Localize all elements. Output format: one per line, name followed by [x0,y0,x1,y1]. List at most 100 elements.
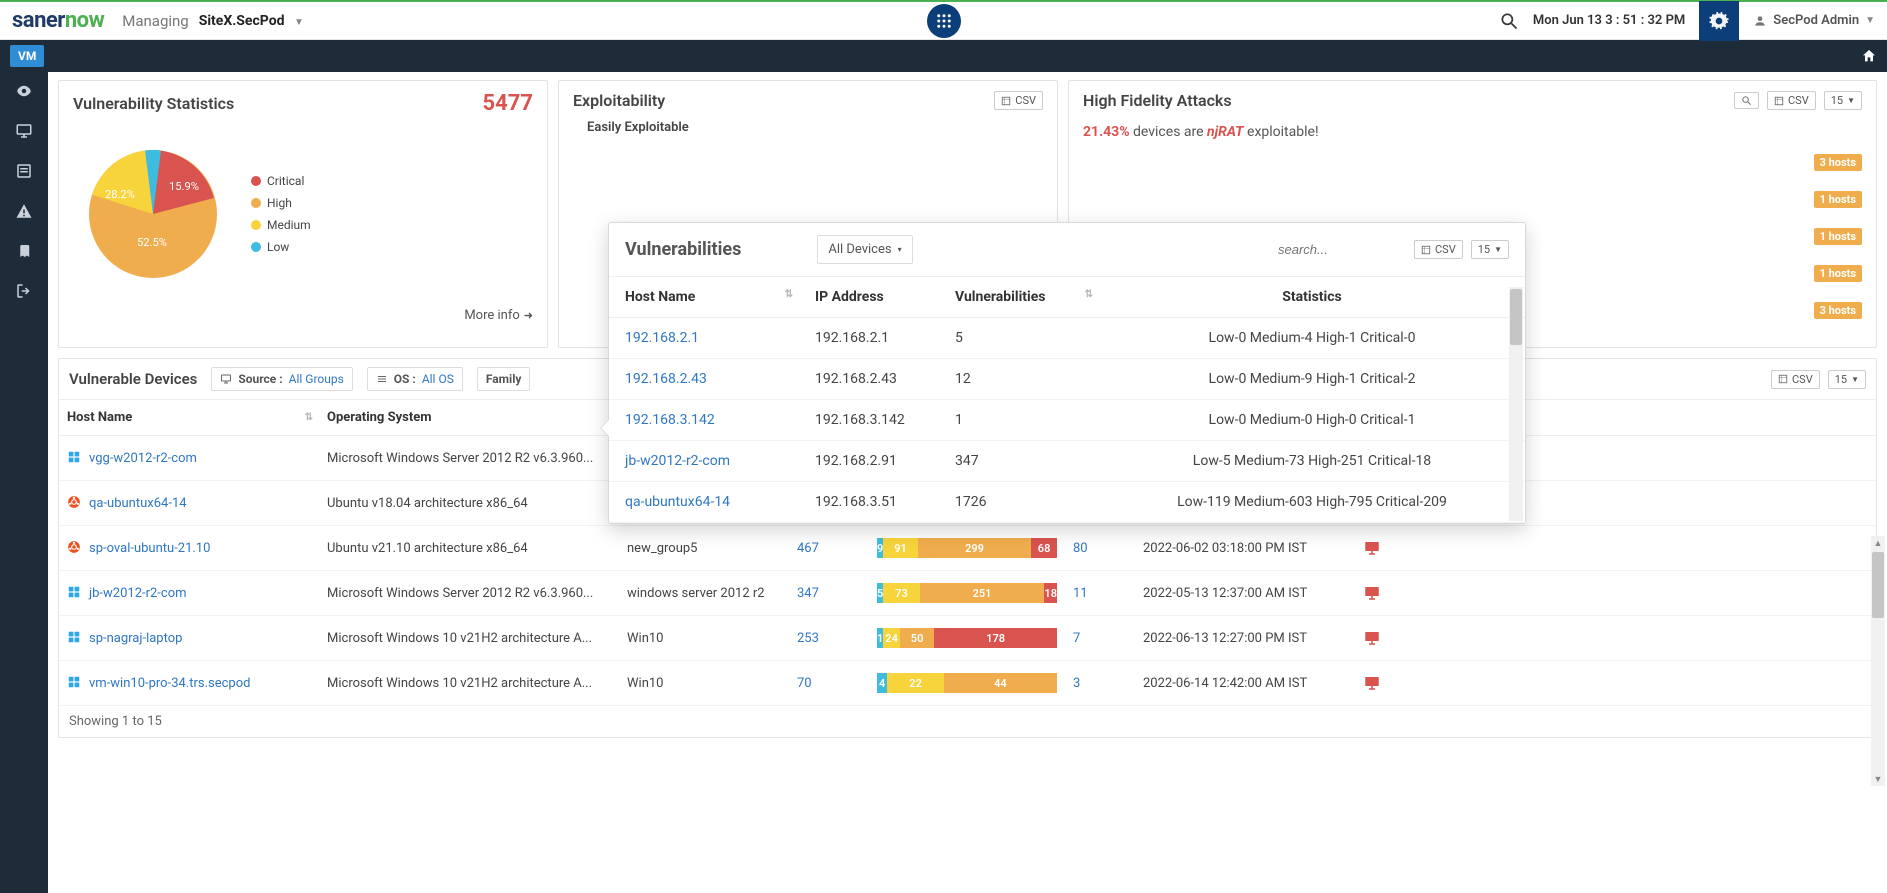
host-link[interactable]: 192.168.2.1 [625,330,699,346]
assets-link[interactable]: 3 [1073,676,1080,691]
sort-icon: ⇅ [305,412,313,423]
vuln-count-link[interactable]: 347 [797,586,819,601]
bars-icon [376,373,388,385]
search-icon[interactable] [1499,11,1519,31]
source-filter[interactable]: Source : All Groups [211,367,352,391]
hosts-badge[interactable]: 1 hosts [1814,228,1862,245]
site-dropdown[interactable]: SiteX.SecPod ▼ [199,13,304,29]
popover-csv-button[interactable]: CSV [1414,240,1463,259]
hfa-csv-button[interactable]: CSV [1767,91,1816,110]
host-link[interactable]: jb-w2012-r2-com [89,586,187,601]
hfa-search-button[interactable] [1734,92,1759,109]
legend-low[interactable]: Low [267,240,289,254]
vm-chip[interactable]: VM [10,45,44,67]
host-link[interactable]: 192.168.2.43 [625,371,707,387]
csv-button[interactable]: CSV [994,91,1043,110]
vuln-count-cell: 1726 [939,482,1099,523]
host-link[interactable]: sp-oval-ubuntu-21.10 [89,541,210,556]
more-info-link[interactable]: More info➜ [59,302,547,333]
hosts-badge[interactable]: 1 hosts [1814,191,1862,208]
os-cell: Microsoft Windows Server 2012 R2 v6.3.96… [319,571,619,616]
logo[interactable]: sanernow [12,8,104,33]
book-icon[interactable] [15,242,33,260]
host-link[interactable]: qa-ubuntux64-14 [89,496,187,511]
search-icon [1741,95,1752,106]
vuln-count-cell: 1 [939,400,1099,441]
vuln-count-link[interactable]: 70 [797,676,812,691]
severity-bar[interactable]: 99129968 [877,538,1057,558]
ip-cell: 192.168.3.142 [799,400,939,441]
vd-count-dropdown[interactable]: 15 ▼ [1828,370,1866,389]
group-cell: windows server 2012 r2 [619,571,789,616]
eye-icon[interactable] [15,82,33,100]
sev-seg-crit: 18 [1044,583,1057,603]
vuln-count-cell: 347 [939,441,1099,482]
date-cell: 2022-06-02 03:18:00 PM IST [1135,526,1355,571]
legend-critical[interactable]: Critical [267,174,304,188]
scroll-down-icon[interactable]: ▼ [1873,774,1883,784]
group-cell: Win10 [619,661,789,706]
ip-cell: 192.168.2.91 [799,441,939,482]
assets-link[interactable]: 80 [1073,541,1088,556]
admin-dropdown[interactable]: SecPod Admin ▼ [1753,13,1875,28]
pop-col-vulns[interactable]: Vulnerabilities⇅ [939,277,1099,318]
popover-count-dropdown[interactable]: 15 ▼ [1471,240,1509,259]
assets-link[interactable]: 11 [1073,586,1088,601]
logout-icon[interactable] [15,282,33,300]
legend-medium[interactable]: Medium [267,218,311,232]
severity-bar[interactable]: 57325118 [877,583,1057,603]
host-link[interactable]: jb-w2012-r2-com [625,453,730,469]
hosts-badge[interactable]: 3 hosts [1814,154,1862,171]
list-icon[interactable] [15,162,33,180]
popover-scrollbar[interactable] [1509,287,1523,521]
table-footer-showing: Showing 1 to 15 [59,706,1876,737]
table-row: qa-ubuntux64-14192.168.3.511726Low-119 M… [609,482,1525,523]
host-link[interactable]: vm-win10-pro-34.trs.secpod [89,676,250,691]
apps-button[interactable] [927,4,961,38]
settings-button[interactable] [1699,1,1739,41]
alert-icon[interactable] [15,202,33,220]
os-cell: Ubuntu v21.10 architecture x86_64 [319,526,619,571]
family-filter[interactable]: Family [477,367,531,391]
apps-grid-icon [935,12,953,30]
table-icon [1421,245,1431,255]
os-filter[interactable]: OS : All OS [367,367,463,391]
scroll-thumb[interactable] [1510,289,1522,345]
gear-icon [1709,11,1729,31]
stats-cell: Low-119 Medium-603 High-795 Critical-209 [1099,482,1525,523]
col-host[interactable]: Host Name⇅ [59,400,319,436]
vuln-count-link[interactable]: 467 [797,541,819,556]
host-link[interactable]: sp-nagraj-laptop [89,631,182,646]
hfa-count-dropdown[interactable]: 15 ▼ [1824,91,1862,110]
date-cell: 2022-06-13 12:27:00 PM IST [1135,616,1355,661]
vuln-count-link[interactable]: 253 [797,631,819,646]
vd-csv-button[interactable]: CSV [1771,370,1820,389]
os-cell: Ubuntu v18.04 architecture x86_64 [319,481,619,526]
host-link[interactable]: vgg-w2012-r2-com [89,451,197,466]
pop-col-ip[interactable]: IP Address [799,277,939,318]
col-os[interactable]: Operating System [319,400,619,436]
table-icon [1001,96,1011,106]
scroll-thumb[interactable] [1872,552,1884,618]
severity-bar[interactable]: 42244 [877,673,1057,693]
host-link[interactable]: 192.168.3.142 [625,412,715,428]
pop-col-stats[interactable]: Statistics [1099,277,1525,318]
hosts-badge[interactable]: 3 hosts [1814,302,1862,319]
pop-col-host[interactable]: Host Name⇅ [609,277,799,318]
home-icon[interactable] [1861,48,1877,64]
scroll-up-icon[interactable]: ▲ [1873,538,1883,548]
devices-dropdown[interactable]: All Devices ▾ [817,235,912,264]
hosts-badge[interactable]: 1 hosts [1814,265,1862,282]
host-link[interactable]: qa-ubuntux64-14 [625,494,730,510]
scrollbar[interactable]: ▲ ▼ [1871,536,1885,786]
popover-title: Vulnerabilities [625,239,741,260]
monitor-icon[interactable] [15,122,33,140]
pie-chart[interactable]: 15.9% 28.2% 52.5% [73,134,233,294]
legend-high[interactable]: High [267,196,292,210]
assets-link[interactable]: 7 [1073,631,1080,646]
chevron-down-icon: ▼ [1865,15,1875,26]
pie-legend: Critical High Medium Low [251,174,311,254]
severity-bar[interactable]: 12450178 [877,628,1057,648]
popover-search-input[interactable] [1278,242,1398,257]
windows-icon [67,675,81,689]
